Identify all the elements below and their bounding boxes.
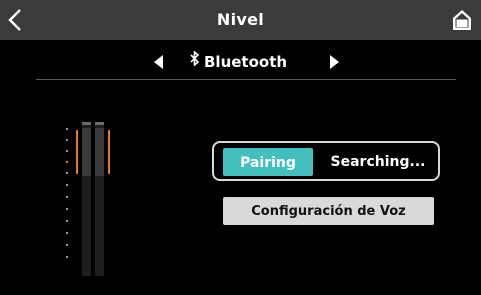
source-selector: Bluetooth	[0, 44, 481, 80]
level-meter-left-peak	[76, 130, 78, 174]
level-meter-right-peak	[108, 130, 110, 174]
pairing-status-text: Searching...	[330, 154, 426, 170]
level-meter-scale	[66, 128, 70, 268]
source-divider	[36, 79, 456, 80]
previous-source-button[interactable]	[144, 44, 174, 80]
voice-settings-button[interactable]: Configuración de Voz	[223, 197, 434, 225]
bluetooth-icon	[190, 43, 200, 79]
next-source-button[interactable]	[320, 44, 350, 80]
source-label: Bluetooth	[204, 53, 288, 71]
header-bar: Nivel	[0, 0, 481, 40]
pairing-button[interactable]: Pairing	[223, 148, 313, 176]
home-button[interactable]	[441, 0, 481, 40]
source-name: Bluetooth	[190, 44, 310, 80]
level-meter-right-channel	[95, 122, 104, 276]
level-meter-left-channel	[82, 122, 91, 276]
page-title: Nivel	[216, 10, 265, 29]
